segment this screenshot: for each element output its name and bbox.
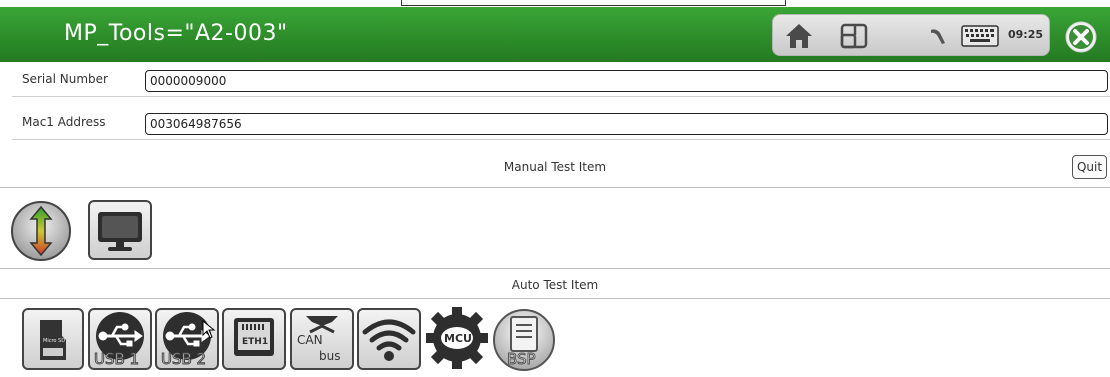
- bsp-icon[interactable]: BSP: [491, 307, 557, 373]
- monitor-icon: [98, 212, 142, 251]
- mac-address-field[interactable]: 003064987656: [145, 113, 1108, 135]
- window-switch-icon: [840, 23, 868, 49]
- ethernet-icon: ETH1: [234, 318, 274, 356]
- serial-number-label: Serial Number: [22, 72, 108, 86]
- usb2-caption: USB 2: [160, 350, 207, 369]
- micro-sd-test-button[interactable]: Micro SD: [22, 308, 84, 370]
- can-bus-text-bottom: bus: [319, 349, 340, 363]
- window-switch-button[interactable]: [833, 19, 875, 53]
- divider: [0, 268, 1110, 269]
- up-down-arrow-icon[interactable]: [8, 200, 74, 262]
- keyboard-button[interactable]: [959, 19, 1001, 53]
- auto-test-title: Auto Test Item: [511, 278, 599, 292]
- divider: [0, 298, 1110, 299]
- close-icon[interactable]: [1064, 20, 1098, 54]
- background-window-frame: [401, 0, 786, 6]
- divider: [0, 187, 1110, 188]
- display-test-button[interactable]: [88, 200, 152, 260]
- can-bus-icon: CAN bus: [297, 316, 340, 363]
- pen-icon: [931, 29, 945, 44]
- background-window-strip: [0, 0, 1110, 7]
- micro-sd-text: Micro SD: [43, 338, 65, 344]
- mcu-gear-icon[interactable]: MCU: [424, 305, 490, 371]
- ethernet-test-button[interactable]: ETH1: [222, 308, 286, 370]
- can-bus-text-top: CAN: [297, 333, 323, 347]
- wifi-test-button[interactable]: [357, 308, 421, 370]
- home-button[interactable]: [778, 19, 820, 53]
- can-bus-test-button[interactable]: CAN bus: [290, 308, 354, 370]
- quit-button[interactable]: Quit: [1072, 155, 1107, 179]
- clock: 09:25: [1008, 28, 1044, 41]
- mac-address-row: Mac1 Address 003064987656: [12, 107, 1110, 140]
- bsp-text: BSP: [507, 350, 536, 368]
- home-icon: [786, 24, 812, 48]
- ethernet-text: ETH1: [242, 337, 268, 347]
- serial-number-row: Serial Number 0000009000: [12, 64, 1110, 97]
- micro-sd-icon: Micro SD: [40, 320, 66, 360]
- mcu-text: MCU: [444, 332, 472, 345]
- manual-test-title: Manual Test Item: [503, 160, 607, 174]
- system-tray: 09:25: [772, 14, 1050, 56]
- mac-address-value: 003064987656: [150, 117, 242, 131]
- serial-number-field[interactable]: 0000009000: [145, 70, 1108, 92]
- app-title: MP_Tools="A2-003": [64, 21, 288, 46]
- title-bar: MP_Tools="A2-003" 09:25: [0, 7, 1110, 62]
- mouse-cursor-icon: [202, 320, 216, 339]
- pen-button[interactable]: [925, 19, 951, 53]
- usb1-test-button[interactable]: USB 1: [88, 308, 152, 370]
- mac-address-label: Mac1 Address: [22, 115, 106, 129]
- wifi-icon: [362, 319, 416, 361]
- keyboard-icon: [961, 25, 999, 47]
- usb1-caption: USB 1: [93, 350, 140, 369]
- serial-number-value: 0000009000: [150, 74, 227, 88]
